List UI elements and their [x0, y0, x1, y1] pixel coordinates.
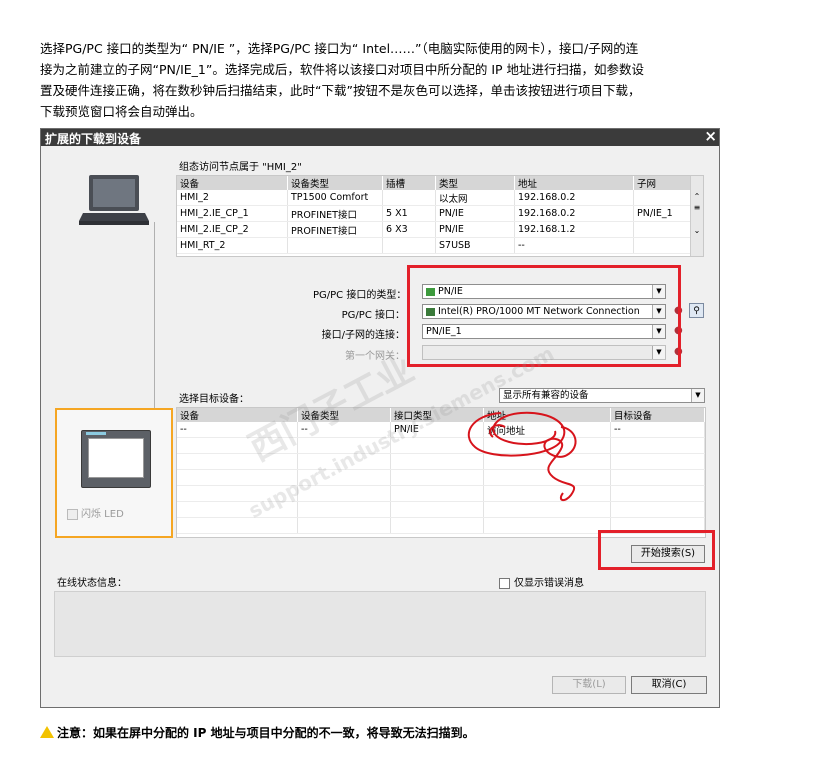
- dialog-title: 扩展的下载到设备: [45, 132, 142, 146]
- intro-line-3: 置及硬件连接正确，将在数秒钟后扫描结束，此时“下载”按钮不是灰色可以选择，单击该…: [40, 83, 641, 98]
- status-message-list: [54, 591, 706, 657]
- col-device-type: 设备类型: [287, 176, 383, 190]
- cell: [382, 237, 436, 254]
- node-table: 设备 设备类型 插槽 类型 地址 子网 HMI_2 TP1500 Comfort…: [177, 176, 692, 254]
- hmi-panel-screen: [88, 438, 144, 478]
- cell: [287, 237, 383, 254]
- target-device-frame[interactable]: 闪烁 LED: [55, 408, 173, 538]
- errors-only-checkbox[interactable]: [499, 577, 510, 589]
- cell: PN/IE: [435, 221, 515, 238]
- hmi-panel-icon: [81, 430, 151, 488]
- intro-line-1: 选择PG/PC 接口的类型为“ PN/IE ”，选择PG/PC 接口为“ Int…: [40, 41, 639, 56]
- pgpc-type-label: PG/PC 接口的类型：: [313, 290, 407, 301]
- warning-icon: [40, 726, 54, 738]
- errors-only-label: 仅显示错误消息: [514, 578, 584, 589]
- cell: 192.168.0.2: [514, 205, 634, 222]
- errors-only-option[interactable]: 仅显示错误消息: [499, 574, 584, 589]
- scroll-down-icon[interactable]: ⌄: [691, 226, 703, 235]
- cell: HMI_2.IE_CP_2: [177, 221, 288, 238]
- intro-line-4: 下载预览窗口将会自动弹出。: [40, 104, 203, 119]
- cancel-button[interactable]: 取消(C): [631, 676, 707, 694]
- intro-line-2: 接为之前建立的子网“PN/IE_1”。选择完成后，软件将以该接口对项目中所分配的…: [40, 62, 645, 77]
- download-dialog: 扩展的下载到设备 × 闪烁 LED 组态访问节点属于 "HMI_2" 设备 设备…: [40, 127, 720, 708]
- cell: PN/IE_1: [633, 205, 692, 222]
- flash-led-checkbox[interactable]: [67, 508, 78, 520]
- chevron-down-icon[interactable]: ▼: [691, 389, 704, 402]
- cell: HMI_2.IE_CP_1: [177, 205, 288, 222]
- scroll-grip-icon[interactable]: ≡: [691, 203, 703, 212]
- cell: 6 X3: [382, 221, 436, 238]
- cell: [633, 221, 692, 238]
- search-icon[interactable]: ⚲: [689, 303, 704, 318]
- target-label: 选择目标设备：: [179, 394, 249, 405]
- flash-led-option[interactable]: 闪烁 LED: [67, 505, 124, 520]
- cell: --: [514, 237, 634, 254]
- cell: S7USB: [435, 237, 515, 254]
- status-label: 在线状态信息：: [57, 578, 127, 589]
- cell: HMI_RT_2: [177, 237, 288, 254]
- dialog-titlebar: 扩展的下载到设备 ×: [41, 127, 719, 146]
- scroll-up-icon[interactable]: ⌃: [691, 192, 703, 201]
- close-icon[interactable]: ×: [704, 127, 717, 145]
- table-row[interactable]: HMI_2.IE_CP_1 PROFINET接口 5 X1 PN/IE 192.…: [177, 205, 692, 222]
- cell: TP1500 Comfort: [287, 190, 383, 206]
- cell: 192.168.1.2: [514, 221, 634, 238]
- cell: PROFINET接口: [287, 221, 383, 238]
- col-address: 地址: [514, 176, 634, 190]
- cell: [633, 190, 692, 206]
- node-caption: 组态访问节点属于 "HMI_2": [179, 162, 302, 173]
- col-subnet: 子网: [633, 176, 692, 190]
- highlight-start-search: [598, 530, 715, 570]
- table-row[interactable]: HMI_RT_2 S7USB --: [177, 237, 692, 254]
- pgpc-iface-label: PG/PC 接口：: [341, 310, 405, 321]
- cell: --: [610, 422, 705, 438]
- table-row[interactable]: HMI_2 TP1500 Comfort 以太网 192.168.0.2: [177, 190, 692, 206]
- cell: 192.168.0.2: [514, 190, 634, 206]
- node-table-wrap: 设备 设备类型 插槽 类型 地址 子网 HMI_2 TP1500 Comfort…: [176, 175, 704, 257]
- warning-note: 注意：如果在屏中分配的 IP 地址与项目中分配的不一致，将导致无法扫描到。: [40, 724, 475, 741]
- subnet-label: 接口/子网的连接：: [321, 330, 405, 341]
- col-slot: 插槽: [382, 176, 436, 190]
- col-target: 目标设备: [610, 408, 705, 422]
- cell: [633, 237, 692, 254]
- warning-text: 注意：如果在屏中分配的 IP 地址与项目中分配的不一致，将导致无法扫描到。: [57, 726, 475, 740]
- node-table-header: 设备 设备类型 插槽 类型 地址 子网: [177, 176, 692, 190]
- cell: [382, 190, 436, 206]
- node-table-scrollbar[interactable]: ⌃ ≡ ⌄: [690, 176, 703, 256]
- intro-text: 选择PG/PC 接口的类型为“ PN/IE ”，选择PG/PC 接口为“ Int…: [40, 38, 690, 122]
- cell: 5 X1: [382, 205, 436, 222]
- cell: HMI_2: [177, 190, 288, 206]
- cell: 以太网: [435, 190, 515, 206]
- table-row[interactable]: HMI_2.IE_CP_2 PROFINET接口 6 X3 PN/IE 192.…: [177, 221, 692, 238]
- download-button[interactable]: 下载(L): [552, 676, 626, 694]
- col-device: 设备: [177, 176, 288, 190]
- col-type: 类型: [435, 176, 515, 190]
- cell: PN/IE: [435, 205, 515, 222]
- laptop-icon: [79, 175, 149, 225]
- hmi-panel-strip: [86, 432, 106, 435]
- flash-led-label: 闪烁 LED: [81, 509, 124, 520]
- cell: PROFINET接口: [287, 205, 383, 222]
